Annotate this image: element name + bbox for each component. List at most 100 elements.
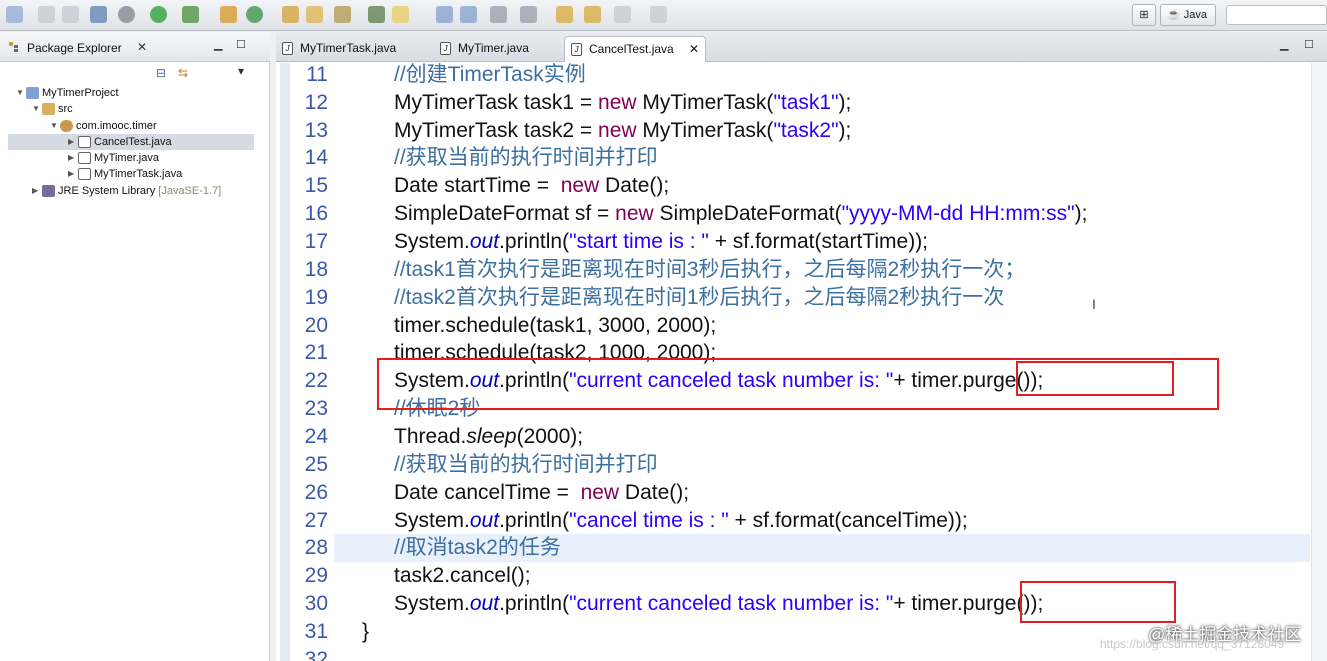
coverage-icon[interactable] bbox=[182, 6, 199, 23]
expand-arrow-icon[interactable]: ▼ bbox=[16, 85, 26, 101]
save-icon[interactable] bbox=[38, 6, 55, 23]
code-text: MyTimerTask task2 = new MyTimerTask("tas… bbox=[394, 119, 852, 142]
tree-item-jre-library[interactable]: ▶ JRE System Library [JavaSE-1.7] bbox=[32, 183, 221, 199]
code-line-25[interactable]: 25//获取当前的执行时间并打印 bbox=[290, 451, 1310, 479]
maximize-view-icon[interactable]: ☐ bbox=[236, 38, 246, 51]
code-text: System.out.println("start time is : " + … bbox=[394, 230, 929, 253]
library-decoration: [JavaSE-1.7] bbox=[158, 185, 222, 197]
package-icon bbox=[60, 120, 73, 132]
new-class-icon[interactable] bbox=[246, 6, 263, 23]
code-line-20[interactable]: 20 timer.schedule(task1, 3000, 2000); bbox=[290, 312, 1310, 340]
java-file-icon bbox=[78, 168, 91, 180]
explorer-toolbar: ⊟ ⇆ ▾ bbox=[150, 64, 260, 84]
code-text: System.out.println("cancel time is : " +… bbox=[394, 509, 968, 532]
code-line-16[interactable]: 16 SimpleDateFormat sf = new SimpleDateFo… bbox=[290, 200, 1310, 228]
open-type-icon[interactable] bbox=[282, 6, 299, 23]
code-line-28[interactable]: 28//取消task2的任务 bbox=[290, 534, 1310, 562]
code-text: System.out.println("current canceled tas… bbox=[394, 592, 1044, 615]
collapse-all-icon[interactable]: ⊟ bbox=[156, 66, 166, 80]
show-whitespace-icon[interactable] bbox=[436, 6, 453, 23]
code-line-19[interactable]: 19//task2首次执行是距离现在时间1秒后执行，之后每隔2秒执行一次 bbox=[290, 284, 1310, 312]
annotation-box-purge-call-22 bbox=[1016, 361, 1174, 396]
package-explorer-icon bbox=[9, 42, 18, 52]
java-file-icon: J bbox=[440, 42, 451, 55]
debug-icon[interactable] bbox=[90, 6, 107, 23]
collapse-arrow-icon[interactable]: ▶ bbox=[32, 183, 42, 199]
search-icon[interactable] bbox=[334, 6, 351, 23]
close-tab-icon[interactable]: ✕ bbox=[689, 37, 699, 61]
collapse-arrow-icon[interactable]: ▶ bbox=[68, 134, 78, 150]
tree-item-src[interactable]: ▼ src bbox=[32, 101, 73, 117]
last-edit-icon[interactable] bbox=[614, 6, 631, 23]
tab-mytimer[interactable]: J MyTimer.java bbox=[434, 36, 562, 62]
back-icon[interactable] bbox=[556, 6, 573, 23]
java-perspective-button[interactable]: ☕ Java bbox=[1160, 4, 1216, 26]
code-line-24[interactable]: 24 Thread.sleep(2000); bbox=[290, 423, 1310, 451]
expand-arrow-icon[interactable]: ▼ bbox=[32, 101, 42, 117]
forward-icon[interactable] bbox=[584, 6, 601, 23]
package-explorer-title: Package Explorer bbox=[27, 41, 122, 55]
tree-item-mytimer[interactable]: ▶ MyTimer.java bbox=[68, 150, 159, 166]
close-view-icon[interactable]: ✕ bbox=[137, 40, 147, 54]
new-icon[interactable] bbox=[6, 6, 23, 23]
next-annotation-icon[interactable] bbox=[490, 6, 507, 23]
highlight-icon[interactable] bbox=[392, 6, 409, 23]
external-tools-icon[interactable] bbox=[118, 6, 135, 23]
expand-arrow-icon[interactable]: ▼ bbox=[50, 118, 60, 134]
view-menu-icon[interactable]: ▾ bbox=[238, 64, 244, 78]
tab-canceltest[interactable]: J CancelTest.java ✕ bbox=[564, 36, 706, 62]
quick-access-input[interactable] bbox=[1226, 5, 1327, 25]
annotation-box-purge-call-30 bbox=[1020, 581, 1176, 623]
open-perspective-icon: ⊞ bbox=[1139, 9, 1149, 21]
tree-item-package[interactable]: ▼ com.imooc.timer bbox=[50, 118, 157, 134]
source-folder-icon bbox=[42, 103, 55, 115]
package-explorer-tab[interactable]: Package Explorer ✕ ▁ ☐ bbox=[0, 32, 270, 62]
code-editor: J MyTimerTask.java J MyTimer.java J Canc… bbox=[276, 32, 1327, 661]
run-icon[interactable] bbox=[150, 6, 167, 23]
open-task-icon[interactable] bbox=[306, 6, 323, 23]
prev-annotation-icon[interactable] bbox=[520, 6, 537, 23]
new-java-project-icon[interactable] bbox=[220, 6, 237, 23]
code-text: SimpleDateFormat sf = new SimpleDateForm… bbox=[394, 202, 1088, 225]
code-line-27[interactable]: 27 System.out.println("cancel time is : "… bbox=[290, 507, 1310, 535]
java-perspective-icon: ☕ bbox=[1167, 9, 1181, 21]
minimize-view-icon[interactable]: ▁ bbox=[214, 38, 222, 51]
code-text: Date startTime = new Date(); bbox=[394, 174, 670, 197]
overview-ruler-left bbox=[280, 63, 290, 661]
code-text: Thread.sleep(2000); bbox=[394, 425, 584, 448]
print-icon[interactable] bbox=[62, 6, 79, 23]
code-line-17[interactable]: 17 System.out.println("start time is : " … bbox=[290, 228, 1310, 256]
maximize-editor-icon[interactable]: ☐ bbox=[1304, 38, 1314, 51]
code-text: MyTimerTask task1 = new MyTimerTask("tas… bbox=[394, 91, 852, 114]
pin-editor-icon[interactable] bbox=[650, 6, 667, 23]
perspective-switcher: ⊞ ☕ Java bbox=[1132, 4, 1218, 26]
minimize-editor-icon[interactable]: ▁ bbox=[1280, 38, 1288, 51]
project-icon bbox=[26, 87, 39, 99]
code-line-11[interactable]: 11//创建TimerTask实例 bbox=[290, 61, 1310, 89]
main-toolbar: ⊞ ☕ Java bbox=[0, 0, 1327, 31]
open-perspective-button[interactable]: ⊞ bbox=[1132, 4, 1156, 26]
code-line-26[interactable]: 26 Date cancelTime = new Date(); bbox=[290, 479, 1310, 507]
tab-mytimertask[interactable]: J MyTimerTask.java bbox=[276, 36, 426, 62]
tree-item-mytimertask[interactable]: ▶ MyTimerTask.java bbox=[68, 166, 182, 182]
tree-item-canceltest[interactable]: ▶ CancelTest.java bbox=[8, 134, 254, 150]
package-explorer-view: Package Explorer ✕ ▁ ☐ ⊟ ⇆ ▾ ▼ MyTimerPro… bbox=[0, 32, 270, 661]
code-line-14[interactable]: 14//获取当前的执行时间并打印 bbox=[290, 144, 1310, 172]
code-line-18[interactable]: 18//task1首次执行是距离现在时间3秒后执行，之后每隔2秒执行一次； bbox=[290, 256, 1310, 284]
code-text: Date cancelTime = new Date(); bbox=[394, 481, 690, 504]
watermark-url: https://blog.csdn.net/qq_37128049 bbox=[1100, 637, 1285, 651]
block-selection-icon[interactable] bbox=[460, 6, 477, 23]
link-with-editor-icon[interactable]: ⇆ bbox=[178, 66, 188, 80]
java-file-icon: J bbox=[571, 43, 582, 56]
collapse-arrow-icon[interactable]: ▶ bbox=[68, 150, 78, 166]
code-line-15[interactable]: 15 Date startTime = new Date(); bbox=[290, 172, 1310, 200]
code-line-13[interactable]: 13 MyTimerTask task2 = new MyTimerTask("t… bbox=[290, 117, 1310, 145]
text-cursor-icon: I bbox=[1092, 296, 1096, 312]
vertical-scrollbar[interactable] bbox=[1311, 63, 1327, 661]
java-file-icon: J bbox=[282, 42, 293, 55]
collapse-arrow-icon[interactable]: ▶ bbox=[68, 166, 78, 182]
toggle-mark-icon[interactable] bbox=[368, 6, 385, 23]
library-icon bbox=[42, 185, 55, 197]
code-line-12[interactable]: 12 MyTimerTask task1 = new MyTimerTask("t… bbox=[290, 89, 1310, 117]
tree-item-project[interactable]: ▼ MyTimerProject bbox=[16, 85, 119, 101]
